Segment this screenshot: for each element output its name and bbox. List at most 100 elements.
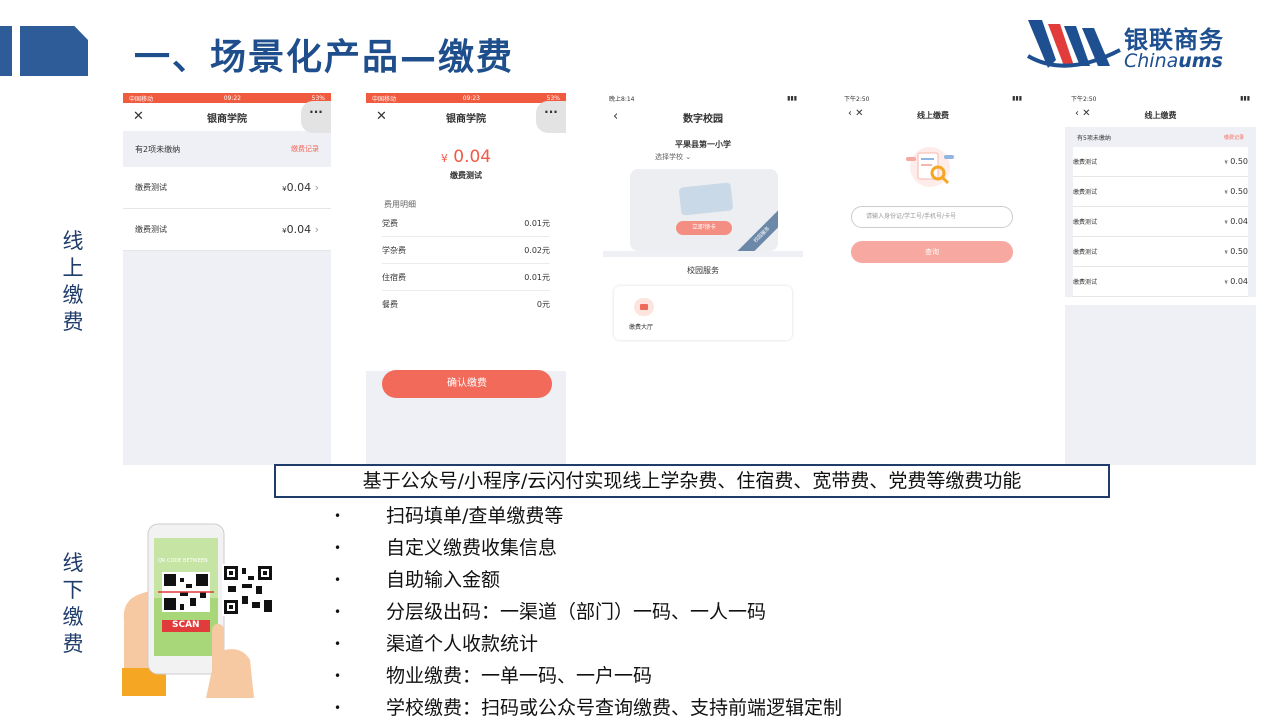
nav-bar: ✕ 银商学院 ··· [366,101,566,133]
list-item[interactable]: 缴费测试 ¥0.04 › [123,209,331,251]
query-button[interactable]: 查询 [851,241,1013,263]
signal-icon: ▮▮▮ [1012,94,1022,102]
bullet-icon: • [334,637,342,651]
phone-screen-payment-list: 中国移动 09:22 53% ✕ 银商学院 ··· 有2项未缴纳 缴费记录 缴费… [123,93,331,465]
payment-subtitle: 缴费测试 [450,171,482,180]
list-item[interactable]: 缴费测试 ¥ 0.50 [1073,147,1248,177]
services-header: 校园服务 [687,266,719,275]
logo-text-en: Chinaums [1124,50,1223,72]
list-item: • 扫码填单/查单缴费等 [334,503,842,535]
payment-record-link[interactable]: 缴费记录 [1224,134,1244,141]
item-name: 缴费测试 [1073,159,1098,166]
bullet-icon: • [334,605,342,619]
bullet-text: 学校缴费：扫码或公众号查询缴费、支持前端逻辑定制 [386,697,843,719]
item-amount-value: 0.04 [286,223,312,236]
select-school[interactable]: 选择学校 ⌄ [603,152,803,162]
status-time: 09:23 [462,94,480,102]
fee-detail-row: 餐费 0元 [382,291,550,317]
get-card-button[interactable]: 立即领卡 [676,221,732,235]
more-icon[interactable]: ··· [301,101,331,133]
pending-notice-bar: 有2项未缴纳 缴费记录 [123,131,331,167]
bullet-icon: • [334,509,342,523]
status-carrier: 中国移动 [129,95,154,103]
fee-detail-header: 费用明细 [384,200,416,209]
list-item[interactable]: 缴费测试 ¥0.04 › [123,167,331,209]
online-label-char: 上 [62,256,84,280]
fee-name: 党费 [382,219,398,228]
school-name: 平果县第一小学 [675,140,731,149]
nav-bar: ✕ 银商学院 ··· [123,101,331,133]
list-item[interactable]: 缴费测试 ¥ 0.04 [1073,267,1248,297]
fee-value: 0.01元 [524,219,550,228]
confirm-payment-button[interactable]: 确认缴费 [382,370,552,398]
payment-summary: ¥ 0.04 缴费测试 费用明细 党费 0.01元 学杂费 0.02元 住宿费 0.0… [366,131,566,371]
status-bar: 中国移动 09:23 53% [366,93,566,103]
nav-bar: ‹ ✕ 线上缴费 [838,103,1028,127]
close-icon[interactable]: ✕ [376,109,387,124]
item-currency: ¥ [1224,160,1228,166]
fee-name: 住宿费 [382,273,406,282]
campus-card-section: 平果县第一小学 选择学校 ⌄ 立即领卡 校园服务 [603,131,803,251]
item-amount-value: 0.04 [1230,277,1248,286]
back-icon[interactable]: ‹ [613,109,618,124]
item-amount-value: 0.04 [286,181,312,194]
item-currency: ¥ [1224,220,1228,226]
list-item[interactable]: 缴费测试 ¥ 0.50 [1073,237,1248,267]
back-close-icon[interactable]: ‹ ✕ [1075,108,1091,119]
fee-name: 学杂费 [382,246,406,255]
phone-screen-online-list: 下午2:50 ▮▮▮ ‹ ✕ 线上缴费 有5项未缴纳 缴费记录 缴费测试 ¥ 0… [1065,93,1256,465]
card-image-icon [678,182,734,216]
fee-value: 0元 [536,300,550,309]
list-item[interactable]: 缴费测试 ¥ 0.50 [1073,177,1248,207]
item-amount: ¥ 0.50 [1224,157,1248,166]
company-logo: 银联商务 Chinaums [1026,14,1256,74]
back-close-icon[interactable]: ‹ ✕ [848,108,864,119]
offline-label-char: 缴 [62,605,84,629]
fee-detail-row: 学杂费 0.02元 [382,237,550,264]
item-name: 缴费测试 [1073,219,1098,226]
payment-record-link[interactable]: 缴费记录 [291,144,319,154]
item-amount-value: 0.04 [1230,217,1248,226]
nav-bar: ‹ 数字校园 [603,103,803,131]
logo-text-en-a: China [1124,50,1179,72]
list-item: • 分层级出码：一渠道（部门）一码、一人一码 [334,599,842,631]
phone-screen-payment-detail: 中国移动 09:23 53% ✕ 银商学院 ··· ¥ 0.04 缴费测试 费用… [366,93,566,465]
qr-scan-illustration: QR CODE BETWEEN SCAN [122,520,282,700]
offline-label-char: 线 [62,551,84,575]
pending-notice: 有2项未缴纳 [135,144,181,154]
bullet-text: 分层级出码：一渠道（部门）一码、一人一码 [386,601,767,623]
id-search-input[interactable]: 请输入身份证/学工号/手机号/卡号 [851,206,1013,228]
nav-title: 线上缴费 [917,110,949,120]
item-name: 缴费测试 [135,225,167,234]
nav-title: 银商学院 [446,113,486,125]
nav-title: 数字校园 [683,113,723,125]
list-item: • 自助输入金额 [334,567,842,599]
payment-amount: ¥ 0.04 [366,147,566,167]
payment-hall-tile[interactable]: 缴费大厅 [614,286,792,340]
fee-value: 0.02元 [524,246,550,255]
close-icon[interactable]: ✕ [133,109,144,124]
scan-screen-text: QR CODE BETWEEN [158,558,208,564]
more-icon[interactable]: ··· [536,101,566,133]
status-bar: 中国移动 09:22 53% [123,93,331,103]
bullet-text: 扫码填单/查单缴费等 [386,505,564,527]
item-amount: ¥0.04 › [282,223,319,236]
list-item[interactable]: 缴费测试 ¥ 0.04 [1073,207,1248,237]
bullet-icon: • [334,573,342,587]
item-name: 缴费测试 [1073,279,1098,286]
feature-list: • 扫码填单/查单缴费等 • 自定义缴费收集信息 • 自助输入金额 • 分层级出码：一渠… [334,503,842,720]
item-amount: ¥ 0.04 [1224,217,1248,226]
bullet-text: 自助输入金额 [386,569,501,591]
item-amount: ¥ 0.04 [1224,277,1248,286]
list-item: • 学校缴费：扫码或公众号查询缴费、支持前端逻辑定制 [334,695,842,720]
status-time: 下午2:50 [844,95,870,103]
online-payment-label: 线 上 缴 费 [60,228,86,336]
status-bar: 晚上8:14 ▮▮▮ [603,93,803,103]
list-item: • 渠道个人收款统计 [334,631,842,663]
chevron-right-icon: › [314,223,319,236]
campus-card: 立即领卡 校园服务 [630,169,778,251]
bullet-icon: • [334,541,342,555]
chevron-right-icon: › [314,181,319,194]
item-currency: ¥ [1224,280,1228,286]
item-amount-value: 0.50 [1230,157,1248,166]
